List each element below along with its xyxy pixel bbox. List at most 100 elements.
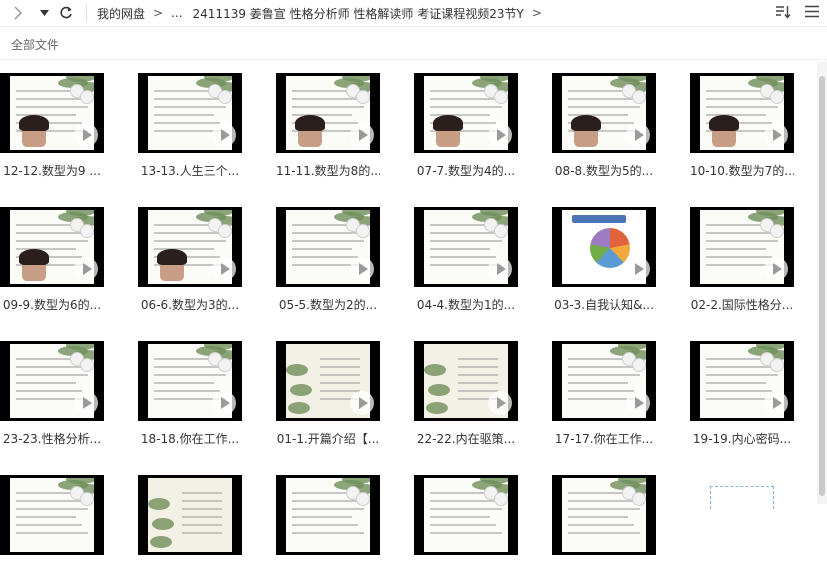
file-tile[interactable]: [276, 475, 380, 564]
file-tile[interactable]: 07-7.数型为4的...: [414, 73, 518, 179]
play-icon[interactable]: [626, 391, 650, 415]
play-icon[interactable]: [764, 391, 788, 415]
file-tile[interactable]: 09-9.数型为6的...: [0, 207, 104, 313]
video-thumbnail[interactable]: [138, 341, 242, 421]
text-line: [16, 98, 82, 100]
text-line: [568, 90, 628, 92]
play-icon[interactable]: [74, 391, 98, 415]
video-thumbnail[interactable]: [276, 207, 380, 287]
breadcrumb-chevron-icon: >: [153, 6, 164, 20]
file-tile[interactable]: 10-10.数型为7的...: [690, 73, 794, 179]
file-tile[interactable]: 17-17.你在工作...: [552, 341, 656, 447]
file-tile[interactable]: 05-5.数型为2的...: [276, 207, 380, 313]
play-icon[interactable]: [488, 257, 512, 281]
file-tile[interactable]: 22-22.内在驱策...: [414, 341, 518, 447]
toolbar-divider: [86, 4, 87, 22]
play-icon[interactable]: [74, 123, 98, 147]
play-icon[interactable]: [212, 123, 236, 147]
play-icon[interactable]: [350, 391, 374, 415]
video-thumbnail[interactable]: [414, 73, 518, 153]
file-tile[interactable]: 06-6.数型为3的...: [138, 207, 242, 313]
file-name: 06-6.数型为3的...: [140, 298, 240, 312]
file-tile[interactable]: 01-1.开篇介绍【...: [276, 341, 380, 447]
play-icon[interactable]: [350, 123, 374, 147]
play-icon[interactable]: [488, 391, 512, 415]
flower-decoration: [770, 358, 784, 372]
video-thumbnail[interactable]: [276, 341, 380, 421]
video-thumbnail[interactable]: [138, 475, 242, 555]
file-tile[interactable]: 12-12.数型为9 ...: [0, 73, 104, 179]
file-tile[interactable]: 02-2.国际性格分...: [690, 207, 794, 313]
video-thumbnail[interactable]: [414, 207, 518, 287]
video-thumbnail[interactable]: [276, 475, 380, 555]
text-line: [16, 516, 76, 518]
play-icon[interactable]: [764, 123, 788, 147]
file-tile[interactable]: 19-19.内心密码...: [690, 341, 794, 447]
sort-icon: [776, 5, 791, 19]
video-thumbnail[interactable]: [690, 207, 794, 287]
play-icon[interactable]: [626, 257, 650, 281]
video-thumbnail[interactable]: [552, 341, 656, 421]
breadcrumb-ellipsis[interactable]: ...: [171, 6, 182, 20]
file-tile[interactable]: 08-8.数型为5的...: [552, 73, 656, 179]
text-line: [706, 248, 766, 250]
play-icon[interactable]: [212, 391, 236, 415]
flower-decoration: [356, 90, 370, 104]
file-tile[interactable]: 18-18.你在工作...: [138, 341, 242, 447]
leaf-decoration: [150, 536, 172, 548]
list-view-button[interactable]: [805, 5, 819, 21]
video-thumbnail[interactable]: [0, 341, 104, 421]
play-icon[interactable]: [488, 123, 512, 147]
flower-decoration: [632, 90, 646, 104]
history-dropdown-button[interactable]: [36, 0, 52, 26]
play-icon[interactable]: [74, 257, 98, 281]
flower-decoration: [80, 90, 94, 104]
forward-button[interactable]: [0, 0, 36, 26]
file-tile[interactable]: [0, 475, 104, 564]
video-thumbnail[interactable]: [0, 207, 104, 287]
slide-preview: [424, 478, 508, 552]
leaf-decoration: [288, 402, 310, 414]
file-name: 08-8.数型为5的...: [554, 164, 654, 178]
selection-box: [710, 486, 774, 509]
video-thumbnail[interactable]: [552, 475, 656, 555]
play-icon[interactable]: [212, 257, 236, 281]
video-thumbnail[interactable]: [414, 475, 518, 555]
text-line: [706, 106, 778, 108]
video-thumbnail[interactable]: [138, 207, 242, 287]
video-thumbnail[interactable]: [0, 73, 104, 153]
file-name: 13-13.人生三个...: [140, 164, 240, 178]
file-tile[interactable]: 04-4.数型为1的...: [414, 207, 518, 313]
video-thumbnail[interactable]: [414, 341, 518, 421]
text-line: [430, 240, 502, 242]
video-thumbnail[interactable]: [690, 341, 794, 421]
video-thumbnail[interactable]: [276, 73, 380, 153]
text-line: [154, 114, 214, 116]
play-icon[interactable]: [626, 123, 650, 147]
sort-button[interactable]: [775, 5, 791, 22]
refresh-button[interactable]: [52, 0, 80, 26]
video-thumbnail[interactable]: [138, 73, 242, 153]
scrollbar-thumb[interactable]: [819, 76, 825, 496]
all-files-label[interactable]: 全部文件: [11, 36, 59, 53]
text-line: [16, 240, 88, 242]
video-thumbnail[interactable]: [0, 475, 104, 555]
file-tile[interactable]: 11-11.数型为8的...: [276, 73, 380, 179]
video-thumbnail[interactable]: [690, 73, 794, 153]
file-tile[interactable]: [552, 475, 656, 564]
breadcrumb-current[interactable]: 2411139 姜鲁宣 性格分析师 性格解读师 考证课程视频23节Y: [193, 5, 524, 22]
play-icon[interactable]: [350, 257, 374, 281]
file-tile[interactable]: 13-13.人生三个...: [138, 73, 242, 179]
video-thumbnail[interactable]: [552, 73, 656, 153]
file-tile[interactable]: 03-3.自我认知&...: [552, 207, 656, 313]
file-tile[interactable]: 23-23.性格分析...: [0, 341, 104, 447]
flower-decoration: [632, 358, 646, 372]
video-thumbnail[interactable]: [552, 207, 656, 287]
leaf-decoration: [290, 384, 312, 396]
file-tile[interactable]: [414, 475, 518, 564]
breadcrumb-root[interactable]: 我的网盘: [97, 5, 145, 22]
scrollbar[interactable]: [817, 62, 827, 504]
file-tile[interactable]: [138, 475, 242, 564]
play-icon[interactable]: [764, 257, 788, 281]
presenter-image: [433, 115, 463, 147]
